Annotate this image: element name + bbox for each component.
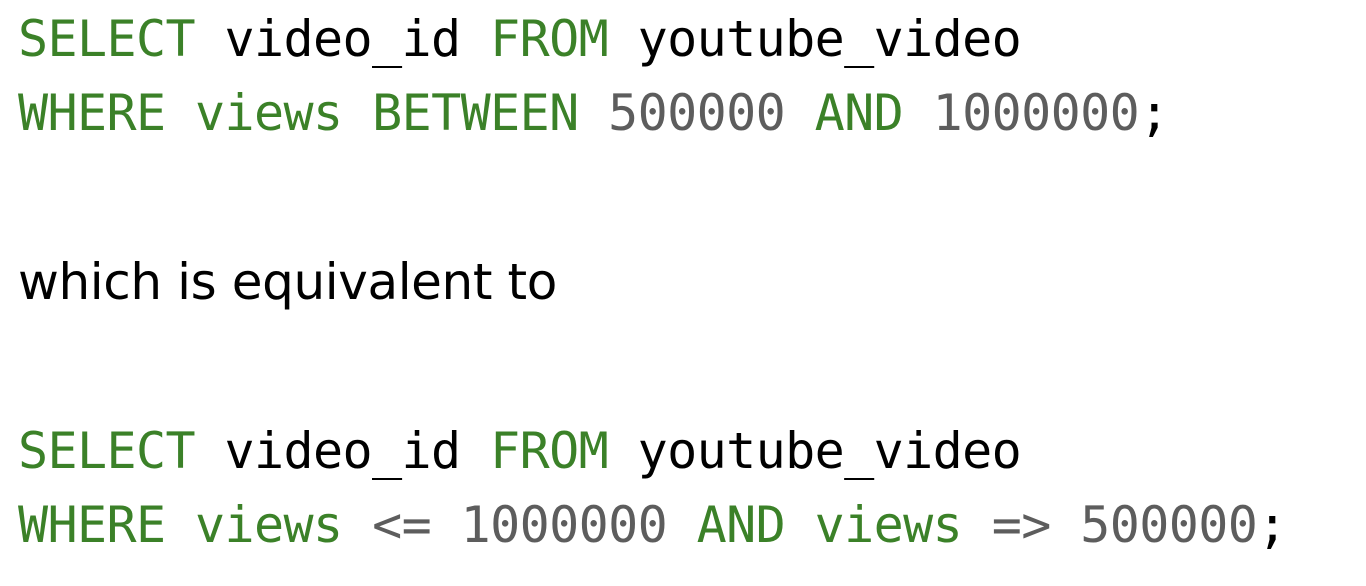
- query1-select-line: SELECT video_id FROM youtube_video: [18, 14, 1022, 64]
- where-keyword: WHERE: [18, 496, 166, 554]
- upper-value: 1000000: [460, 496, 668, 554]
- less-equal-operator: <=: [372, 496, 432, 554]
- column-name: video_id: [224, 422, 462, 480]
- from-keyword: FROM: [490, 10, 609, 68]
- query1-where-line: WHERE views BETWEEN 500000 AND 1000000;: [18, 88, 1169, 138]
- greater-equal-operator: =>: [991, 496, 1052, 554]
- table-name: youtube_video: [637, 10, 1022, 68]
- table-name: youtube_video: [637, 422, 1022, 480]
- field-name: views: [195, 496, 343, 554]
- select-keyword: SELECT: [18, 422, 196, 480]
- query2-select-line: SELECT video_id FROM youtube_video: [18, 426, 1022, 476]
- low-value: 500000: [608, 84, 786, 142]
- and-keyword: AND: [814, 84, 904, 142]
- query2-where-line: WHERE views <= 1000000 AND views => 5000…: [18, 500, 1287, 550]
- explanation-text: which is equivalent to: [18, 253, 557, 311]
- field-name: views: [814, 496, 963, 554]
- between-keyword: BETWEEN: [372, 84, 579, 142]
- and-keyword: AND: [696, 496, 786, 554]
- high-value: 1000000: [932, 84, 1140, 142]
- where-keyword: WHERE: [18, 84, 166, 142]
- from-keyword: FROM: [490, 422, 609, 480]
- statement-terminator: ;: [1139, 84, 1169, 142]
- select-keyword: SELECT: [18, 10, 196, 68]
- statement-terminator: ;: [1257, 496, 1287, 554]
- lower-value: 500000: [1080, 496, 1258, 554]
- field-name: views: [195, 84, 343, 142]
- code-document: SELECT video_id FROM youtube_video WHERE…: [18, 0, 1358, 586]
- column-name: video_id: [224, 10, 462, 68]
